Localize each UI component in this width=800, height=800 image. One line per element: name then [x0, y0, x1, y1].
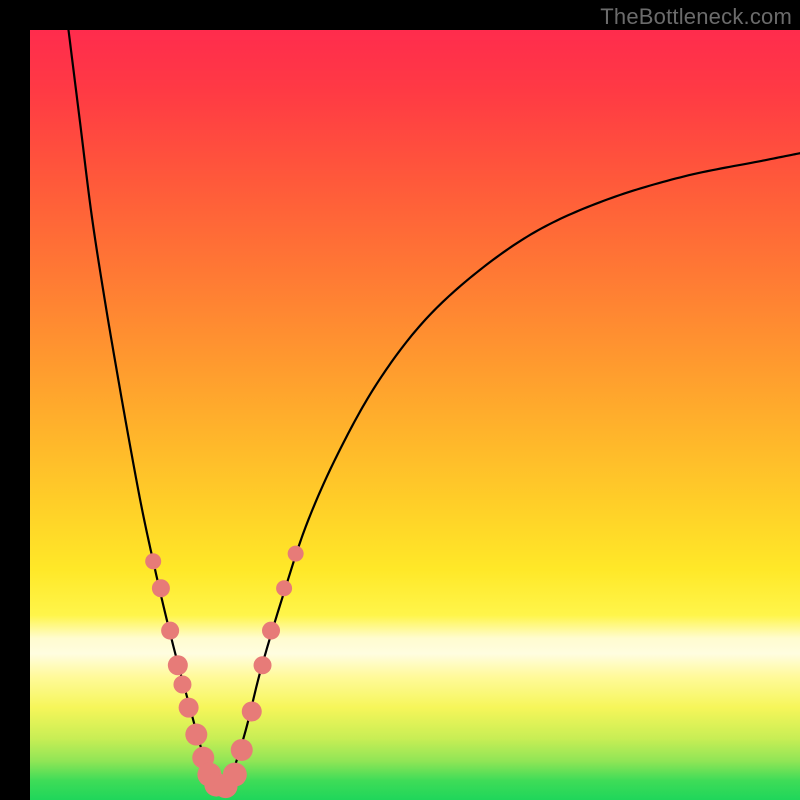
- marker-dot: [185, 724, 207, 746]
- marker-dot: [179, 698, 199, 718]
- markers-group: [145, 546, 303, 799]
- watermark-text: TheBottleneck.com: [600, 4, 792, 30]
- marker-dot: [173, 676, 191, 694]
- marker-dot: [168, 655, 188, 675]
- marker-dot: [254, 656, 272, 674]
- plot-area: [30, 30, 800, 800]
- marker-dot: [231, 739, 253, 761]
- marker-dot: [161, 622, 179, 640]
- marker-dot: [288, 546, 304, 562]
- marker-dot: [276, 580, 292, 596]
- chart-frame: TheBottleneck.com: [0, 0, 800, 800]
- marker-dot: [145, 553, 161, 569]
- marker-dot: [242, 701, 262, 721]
- marker-dot: [223, 763, 247, 787]
- curve-layer: [30, 30, 800, 800]
- marker-dot: [262, 622, 280, 640]
- marker-dot: [152, 579, 170, 597]
- left-branch-curve: [69, 30, 212, 781]
- right-branch-curve: [230, 153, 800, 781]
